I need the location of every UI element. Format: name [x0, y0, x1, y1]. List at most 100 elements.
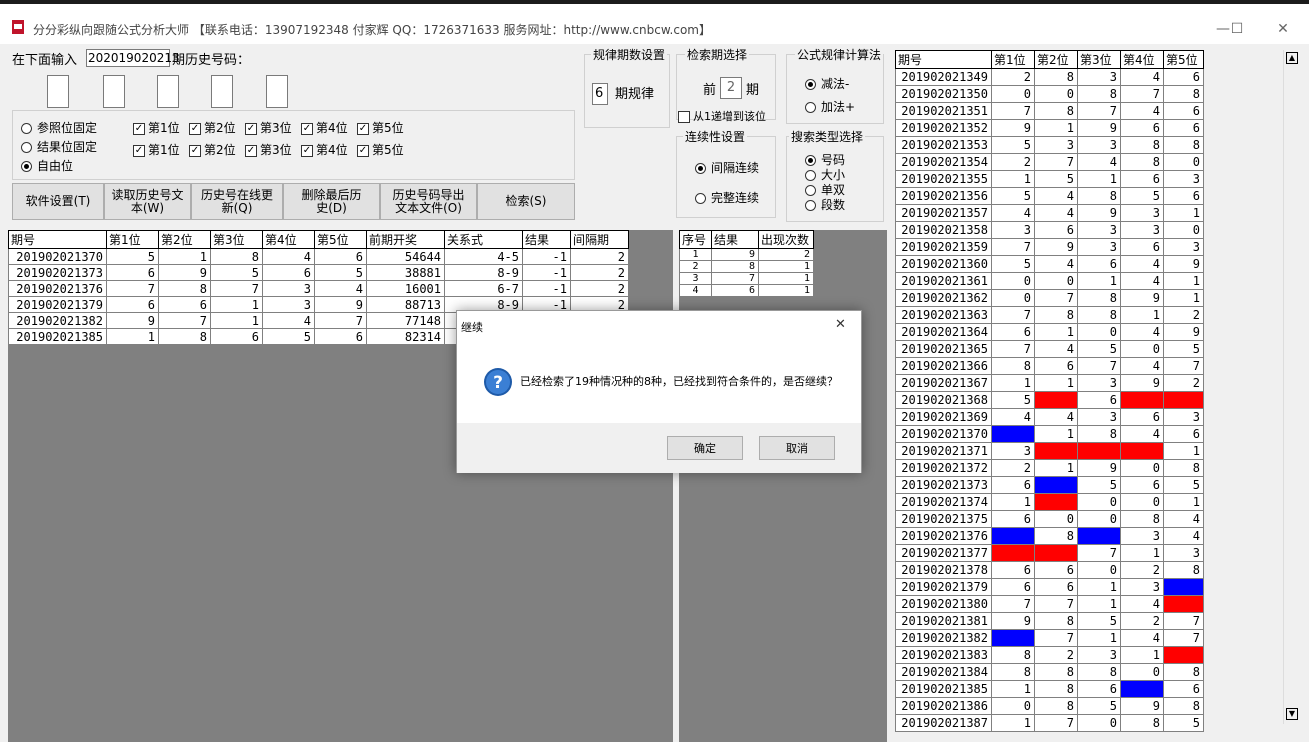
results-grid[interactable]: 期号 第1位 第2位 第3位 第4位 第5位 前期开奖 关系式 结果 间隔期 2019020213…	[8, 230, 673, 742]
ref-checkbox-2[interactable]: ✓ 第2位	[189, 119, 236, 136]
column-header[interactable]: 第5位	[314, 230, 367, 249]
increment-checkbox[interactable]: 从1递增到该位	[678, 108, 766, 124]
number-input-5[interactable]	[266, 75, 288, 108]
table-row[interactable]: 201902021374 1 6 0 0 1	[895, 493, 1204, 511]
ref-checkbox-5[interactable]: ✓ 第5位	[357, 119, 404, 136]
settings-button[interactable]: 软件设置(T)	[12, 183, 104, 220]
column-header[interactable]: 第2位	[158, 230, 211, 249]
table-row[interactable]: 201902021377 8 8 7 1 3	[895, 544, 1204, 562]
table-row[interactable]: 461	[679, 284, 814, 297]
table-row[interactable]: 201902021385 1 8 6 5 6	[895, 680, 1204, 698]
table-row[interactable]: 201902021368 5 4 6 4 4	[895, 391, 1204, 409]
table-row[interactable]: 201902021364 6 1 0 4 9	[895, 323, 1204, 341]
table-row[interactable]: 201902021373 6 9 5 6 5	[895, 476, 1204, 494]
stats-grid[interactable]: 序号 结果 出现次数 192281371461	[679, 230, 887, 742]
cancel-button[interactable]: 取消	[759, 436, 835, 460]
table-row[interactable]: 201902021351 7 8 7 4 6	[895, 102, 1204, 120]
number-input-4[interactable]	[211, 75, 233, 108]
radio-add[interactable]: 加法+	[805, 98, 855, 115]
ref-checkbox-3[interactable]: ✓ 第3位	[245, 119, 292, 136]
table-row[interactable]: 201902021349 2 8 3 4 6	[895, 68, 1204, 86]
table-row[interactable]: 201902021383 8 2 3 1 4	[895, 646, 1204, 664]
number-input-3[interactable]	[157, 75, 179, 108]
table-row[interactable]: 201902021354 2 7 4 8 0	[895, 153, 1204, 171]
res-checkbox-3[interactable]: ✓ 第3位	[245, 141, 292, 158]
period-input[interactable]: 202019020213	[86, 49, 180, 67]
column-header[interactable]: 间隔期	[570, 230, 629, 249]
res-checkbox-4[interactable]: ✓ 第4位	[301, 141, 348, 158]
table-row[interactable]: 201902021357 4 4 9 3 1	[895, 204, 1204, 222]
table-row[interactable]: 192	[679, 248, 814, 261]
table-row[interactable]: 201902021360 5 4 6 4 9	[895, 255, 1204, 273]
table-row[interactable]: 201902021361 0 0 1 4 1	[895, 272, 1204, 290]
column-header[interactable]: 第3位	[1077, 50, 1121, 69]
table-row[interactable]: 201902021381 9 8 5 2 7	[895, 612, 1204, 630]
res-checkbox-5[interactable]: ✓ 第5位	[357, 141, 404, 158]
table-row[interactable]: 201902021363 7 8 8 1 2	[895, 306, 1204, 324]
table-row[interactable]: 201902021373 6 9 5 6 5 38881 8-9 -1 2	[8, 264, 629, 281]
res-checkbox-2[interactable]: ✓ 第2位	[189, 141, 236, 158]
close-button[interactable]: ✕	[1260, 14, 1306, 44]
radio-reference-fixed[interactable]: 参照位固定	[21, 119, 97, 136]
radio-free[interactable]: 自由位	[21, 157, 73, 174]
table-row[interactable]: 201902021376 7 8 7 3 4 16001 6-7 -1 2	[8, 280, 629, 297]
column-header[interactable]: 第3位	[210, 230, 263, 249]
table-row[interactable]: 201902021367 1 1 3 9 2	[895, 374, 1204, 392]
table-row[interactable]: 201902021372 2 1 9 0 8	[895, 459, 1204, 477]
rule-period-input[interactable]: 6	[592, 83, 608, 105]
table-row[interactable]: 201902021378 6 6 0 2 8	[895, 561, 1204, 579]
ok-button[interactable]: 确定	[667, 436, 743, 460]
column-header[interactable]: 第4位	[1120, 50, 1164, 69]
delete-last-button[interactable]: 删除最后历史(D)	[283, 183, 380, 220]
table-row[interactable]: 201902021371 3 8 8 8 1	[895, 442, 1204, 460]
column-header[interactable]: 第4位	[262, 230, 315, 249]
table-row[interactable]: 371	[679, 272, 814, 285]
column-header[interactable]: 第1位	[106, 230, 159, 249]
table-row[interactable]: 201902021358 3 6 3 3 0	[895, 221, 1204, 239]
table-row[interactable]: 201902021353 5 3 3 8 8	[895, 136, 1204, 154]
search-period-input[interactable]: 2	[720, 77, 742, 99]
table-row[interactable]: 201902021387 1 7 0 8 5	[895, 714, 1204, 732]
radio-result-fixed[interactable]: 结果位固定	[21, 138, 97, 155]
history-grid[interactable]: 期号 第1位 第2位 第3位 第4位 第5位 201902021349 2 8 3 4 6 20190…	[895, 50, 1283, 732]
column-header[interactable]: 前期开奖	[366, 230, 445, 249]
column-header[interactable]: 序号	[679, 230, 712, 249]
column-header[interactable]: 第2位	[1034, 50, 1078, 69]
radio-subtract[interactable]: 减法-	[805, 75, 849, 92]
column-header[interactable]: 关系式	[444, 230, 523, 249]
table-row[interactable]: 201902021356 5 4 8 5 6	[895, 187, 1204, 205]
table-row[interactable]: 201902021379 6 6 1 3 9	[895, 578, 1204, 596]
column-header[interactable]: 结果	[522, 230, 571, 249]
table-row[interactable]: 201902021375 6 0 0 8 4	[895, 510, 1204, 528]
table-row[interactable]: 201902021369 4 4 3 6 3	[895, 408, 1204, 426]
radio-interval[interactable]: 间隔连续	[695, 159, 759, 176]
table-row[interactable]: 201902021355 1 5 1 6 3	[895, 170, 1204, 188]
table-row[interactable]: 201902021359 7 9 3 6 3	[895, 238, 1204, 256]
res-checkbox-1[interactable]: ✓ 第1位	[133, 141, 180, 158]
number-input-1[interactable]	[47, 75, 69, 108]
search-button[interactable]: 检索(S)	[477, 183, 575, 220]
scroll-up-icon[interactable]: ▲	[1286, 52, 1298, 64]
table-row[interactable]: 201902021384 8 8 8 0 8	[895, 663, 1204, 681]
table-row[interactable]: 201902021370 5 1 8 4 6 54644 4-5 -1 2	[8, 248, 629, 265]
table-row[interactable]: 201902021365 7 4 5 0 5	[895, 340, 1204, 358]
table-row[interactable]: 201902021350 0 0 8 7 8	[895, 85, 1204, 103]
table-row[interactable]: 201902021362 0 7 8 9 1	[895, 289, 1204, 307]
radio-complete[interactable]: 完整连续	[695, 189, 759, 206]
column-header[interactable]: 结果	[711, 230, 759, 249]
history-scrollbar[interactable]: ▲ ▼	[1283, 50, 1300, 724]
column-header[interactable]: 期号	[895, 50, 992, 69]
table-row[interactable]: 201902021366 8 6 7 4 7	[895, 357, 1204, 375]
column-header[interactable]: 第5位	[1163, 50, 1204, 69]
column-header[interactable]: 期号	[8, 230, 107, 249]
column-header[interactable]: 第1位	[991, 50, 1035, 69]
number-input-2[interactable]	[103, 75, 125, 108]
column-header[interactable]: 出现次数	[758, 230, 814, 249]
maximize-button[interactable]: ☐	[1214, 14, 1260, 44]
radio-type-segment[interactable]: 段数	[805, 196, 845, 213]
table-row[interactable]: 201902021382 9 7 1 4 7	[895, 629, 1204, 647]
table-row[interactable]: 201902021380 7 7 1 4 8	[895, 595, 1204, 613]
ref-checkbox-1[interactable]: ✓ 第1位	[133, 119, 180, 136]
scroll-down-icon[interactable]: ▼	[1286, 708, 1298, 720]
export-button[interactable]: 历史号码导出文本文件(O)	[380, 183, 477, 220]
